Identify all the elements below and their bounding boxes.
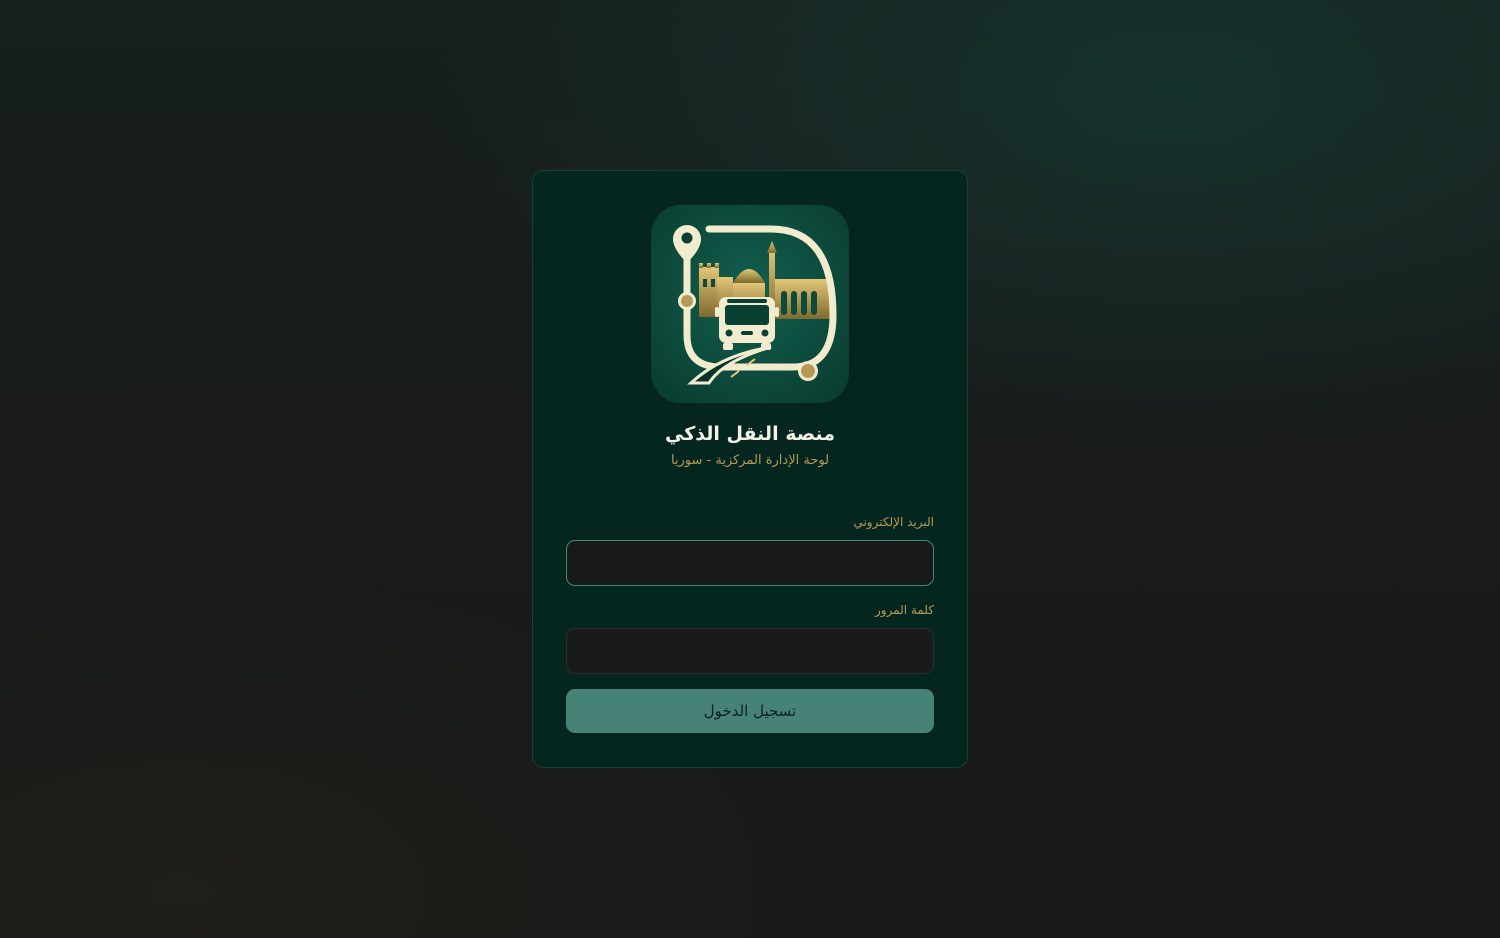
app-subtitle: لوحة الإدارة المركزية - سوريا [670, 453, 830, 468]
email-label: البريد الإلكتروني [853, 515, 934, 529]
email-input[interactable] [566, 540, 934, 586]
password-input[interactable] [566, 628, 934, 674]
login-card: منصة النقل الذكي لوحة الإدارة المركزية -… [532, 170, 968, 768]
password-label: كلمة المرور [874, 603, 934, 617]
login-form: البريد الإلكتروني كلمة المرور تسجيل الدخ… [566, 514, 934, 733]
login-button[interactable]: تسجيل الدخول [566, 689, 934, 733]
app-title: منصة النقل الذكي [665, 423, 835, 445]
email-field-group: البريد الإلكتروني [566, 514, 934, 586]
app-logo-icon [651, 205, 849, 403]
password-field-group: كلمة المرور [566, 602, 934, 674]
